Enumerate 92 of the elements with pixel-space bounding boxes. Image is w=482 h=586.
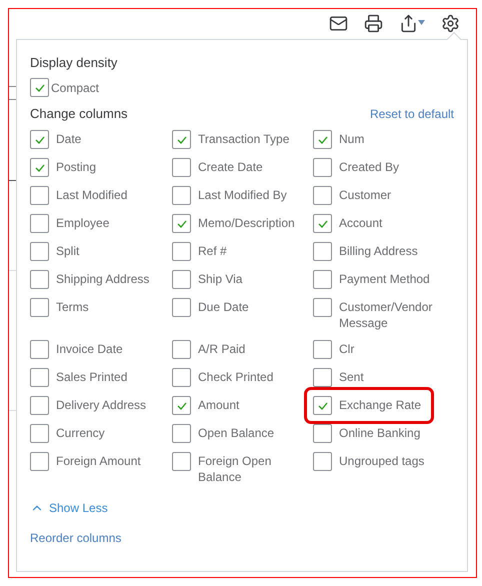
checkbox[interactable] (172, 396, 191, 415)
checkbox[interactable] (313, 186, 332, 205)
checkbox[interactable] (30, 340, 49, 359)
checkbox[interactable] (313, 452, 332, 471)
checkbox[interactable] (172, 270, 191, 289)
checkbox[interactable] (313, 214, 332, 233)
reset-link[interactable]: Reset to default (370, 105, 454, 123)
column-label: Check Printed (198, 369, 274, 385)
column-label: Terms (56, 299, 89, 315)
checkbox[interactable] (30, 396, 49, 415)
column-label: Posting (56, 159, 96, 175)
column-label: Billing Address (339, 243, 418, 259)
column-label: Amount (198, 397, 240, 413)
column-label: Num (339, 131, 364, 147)
column-label: A/R Paid (198, 341, 246, 357)
checkmark-icon (34, 164, 44, 172)
checkbox[interactable] (30, 158, 49, 177)
checkbox[interactable] (30, 298, 49, 317)
checkmark-icon (318, 220, 328, 228)
column-label: Open Balance (198, 425, 274, 441)
checkbox[interactable] (30, 452, 49, 471)
checkbox[interactable] (313, 270, 332, 289)
checkmark-icon (176, 220, 186, 228)
column-label: Due Date (198, 299, 249, 315)
column-label: Memo/Description (198, 215, 295, 231)
checkbox[interactable] (172, 340, 191, 359)
checkbox[interactable] (30, 368, 49, 387)
column-label: Foreign Amount (56, 453, 141, 469)
checkbox[interactable] (30, 424, 49, 443)
checkbox[interactable] (172, 186, 191, 205)
column-label: Customer (339, 187, 392, 203)
export-icon[interactable] (399, 14, 425, 33)
column-label: Sent (339, 369, 364, 385)
checkbox[interactable] (30, 242, 49, 261)
show-less-link[interactable]: Show Less (30, 499, 108, 517)
checkbox[interactable] (172, 130, 191, 149)
checkmark-icon (176, 402, 186, 410)
checkmark-icon (318, 136, 328, 144)
column-label: Foreign Open Balance (198, 453, 272, 485)
checkbox[interactable] (172, 298, 191, 317)
column-label: Split (56, 243, 80, 259)
column-label: Customer/Vendor Message (339, 299, 434, 331)
column-label: Payment Method (339, 271, 430, 287)
checkbox[interactable] (313, 368, 332, 387)
column-label: Clr (339, 341, 354, 357)
column-label: Shipping Address (56, 271, 150, 287)
checkbox[interactable] (313, 396, 332, 415)
column-label: Ungrouped tags (339, 453, 424, 469)
column-label: Created By (339, 159, 400, 175)
reorder-link[interactable]: Reorder columns (30, 529, 122, 547)
checkbox[interactable] (30, 78, 49, 97)
checkmark-icon (34, 84, 44, 92)
column-label: Exchange Rate (339, 397, 422, 413)
checkbox[interactable] (313, 424, 332, 443)
column-label: Ref # (198, 243, 227, 259)
checkbox[interactable] (313, 158, 332, 177)
checkbox[interactable] (30, 214, 49, 233)
column-label: Delivery Address (56, 397, 146, 413)
section-title: Change columns (30, 105, 128, 123)
column-label: Create Date (198, 159, 263, 175)
column-label: Invoice Date (56, 341, 123, 357)
mail-icon[interactable] (329, 14, 348, 33)
column-label: Last Modified By (198, 187, 287, 203)
settings-icon[interactable] (441, 14, 460, 33)
column-label: Online Banking (339, 425, 420, 441)
checkbox[interactable] (30, 130, 49, 149)
checkbox[interactable] (172, 214, 191, 233)
column-label: Account (339, 215, 382, 231)
column-label: Currency (56, 425, 105, 441)
column-label: Transaction Type (198, 131, 290, 147)
checkbox[interactable] (172, 242, 191, 261)
checkbox[interactable] (313, 340, 332, 359)
checkmark-icon (34, 136, 44, 144)
section-title: Display density (30, 54, 118, 72)
checkbox[interactable] (172, 424, 191, 443)
column-label: Employee (56, 215, 110, 231)
column-label: Date (56, 131, 82, 147)
checkbox[interactable] (30, 270, 49, 289)
checkbox[interactable] (30, 186, 49, 205)
column-label: Ship Via (198, 271, 242, 287)
checkbox[interactable] (313, 130, 332, 149)
checkmark-icon (176, 136, 186, 144)
checkbox[interactable] (172, 368, 191, 387)
checkbox[interactable] (313, 242, 332, 261)
checkbox[interactable] (172, 158, 191, 177)
checkmark-icon (318, 402, 328, 410)
column-label: Sales Printed (56, 369, 128, 385)
checkbox[interactable] (313, 298, 332, 317)
checkbox[interactable] (172, 452, 191, 471)
option-label: Compact (51, 80, 100, 96)
column-label: Last Modified (56, 187, 128, 203)
print-icon[interactable] (364, 14, 383, 33)
